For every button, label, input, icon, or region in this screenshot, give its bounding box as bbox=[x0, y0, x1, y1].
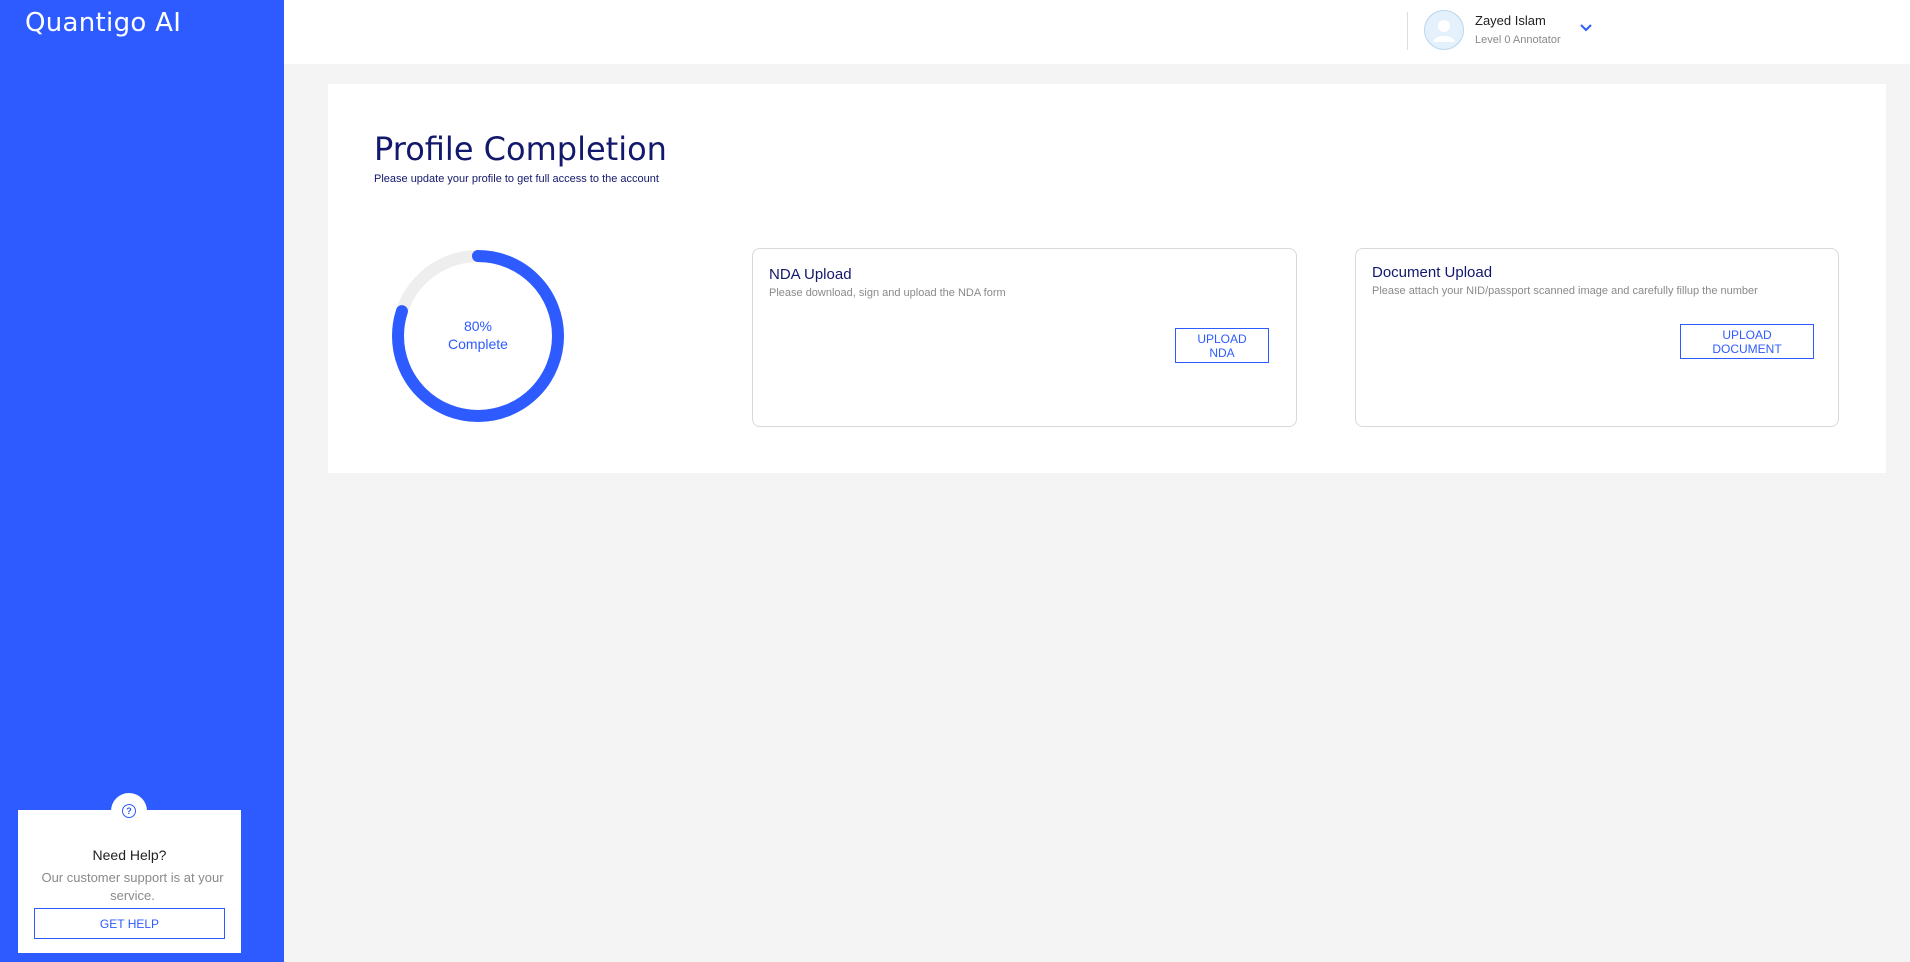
page-title: Profile Completion bbox=[374, 130, 667, 168]
get-help-button[interactable]: GET HELP bbox=[34, 908, 225, 939]
nda-upload-card: NDA Upload Please download, sign and upl… bbox=[752, 248, 1297, 427]
progress-percent: 80% bbox=[463, 318, 493, 334]
page-subtitle: Please update your profile to get full a… bbox=[374, 173, 659, 185]
document-upload-card: Document Upload Please attach your NID/p… bbox=[1355, 248, 1839, 427]
topbar-divider bbox=[1407, 12, 1408, 50]
profile-completion-card: Profile Completion Please update your pr… bbox=[328, 84, 1886, 473]
profile-progress-ring: 80% Complete bbox=[388, 246, 568, 426]
upload-nda-button[interactable]: UPLOAD NDA bbox=[1175, 328, 1269, 363]
progress-label: 80% Complete bbox=[388, 317, 568, 353]
document-card-title: Document Upload bbox=[1372, 264, 1493, 281]
question-circle-icon: ? bbox=[122, 804, 136, 818]
user-name[interactable]: Zayed Islam bbox=[1475, 13, 1546, 28]
upload-document-button[interactable]: UPLOAD DOCUMENT bbox=[1680, 324, 1814, 359]
help-card: ? Need Help? Our customer support is at … bbox=[18, 793, 241, 953]
document-card-description: Please attach your NID/passport scanned … bbox=[1372, 285, 1758, 297]
progress-complete-text: Complete bbox=[448, 336, 508, 352]
brand-logo[interactable]: Quantigo AI bbox=[25, 8, 181, 38]
user-avatar-icon[interactable] bbox=[1424, 10, 1464, 50]
help-title: Need Help? bbox=[92, 847, 167, 863]
help-icon-container: ? bbox=[111, 793, 147, 829]
chevron-down-icon[interactable] bbox=[1580, 19, 1592, 37]
user-role: Level 0 Annotator bbox=[1475, 34, 1561, 46]
nda-card-title: NDA Upload bbox=[769, 266, 852, 283]
help-text: Our customer support is at your service. bbox=[41, 870, 224, 903]
nda-card-description: Please download, sign and upload the NDA… bbox=[769, 287, 1006, 299]
sidebar: Quantigo AI ? Need Help? Our customer su… bbox=[0, 0, 284, 962]
top-bar bbox=[284, 0, 1910, 64]
